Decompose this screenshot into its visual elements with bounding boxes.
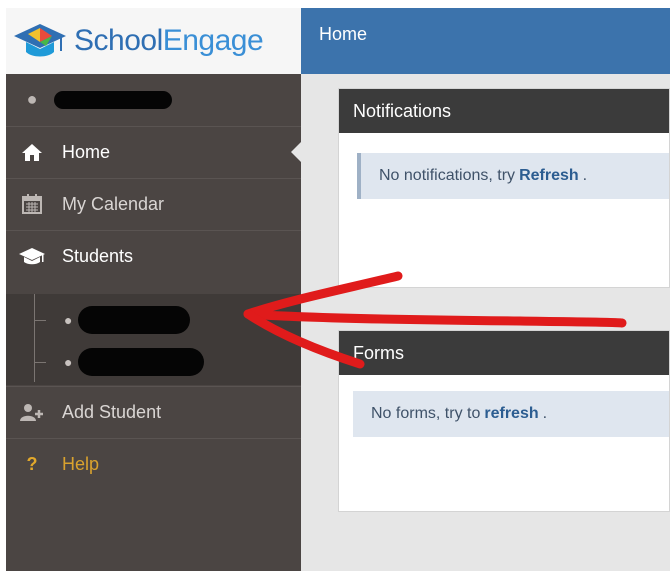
user-icon: ● <box>64 312 73 328</box>
redacted-student-name <box>78 348 205 376</box>
sidebar-item-students[interactable]: Students <box>6 230 301 281</box>
home-icon <box>18 141 46 163</box>
student-item[interactable]: ● <box>34 300 294 340</box>
logo-icon <box>14 24 66 57</box>
user-icon: ● <box>26 89 38 109</box>
sidebar: ● Home My Calendar Students ● ● Add Stud… <box>6 74 302 571</box>
sidebar-item-label: Add Student <box>62 401 162 422</box>
sidebar-item-label: Students <box>62 245 134 266</box>
brand-name-part2: Engage <box>162 24 264 57</box>
notifications-panel: Notifications No notifications, try Refr… <box>338 88 670 288</box>
redacted-username <box>54 90 172 109</box>
add-user-icon <box>18 401 46 423</box>
forms-title: Forms <box>339 331 669 375</box>
forms-text: No forms, try to <box>371 405 481 422</box>
brand-name: SchoolEngage <box>74 24 264 58</box>
forms-period: . <box>542 405 548 422</box>
sidebar-item-label: Help <box>62 453 100 474</box>
graduation-cap-icon <box>18 245 46 267</box>
top-bar: Home <box>301 8 670 74</box>
notifications-text: No notifications, try <box>379 167 516 184</box>
redacted-student-name <box>78 306 191 334</box>
sidebar-user[interactable]: ● <box>6 74 301 125</box>
sidebar-item-label: Home <box>62 141 111 162</box>
sidebar-item-help[interactable]: ? Help <box>6 438 301 489</box>
refresh-link[interactable]: Refresh <box>519 167 579 185</box>
active-caret <box>291 141 302 163</box>
calendar-icon <box>18 193 46 215</box>
student-item[interactable]: ● <box>34 342 294 382</box>
forms-message: No forms, try to refresh . <box>353 391 669 437</box>
sidebar-item-label: My Calendar <box>62 193 165 214</box>
notifications-message: No notifications, try Refresh . <box>357 153 669 199</box>
notifications-title: Notifications <box>339 89 669 133</box>
notifications-period: . <box>582 167 588 184</box>
refresh-link[interactable]: refresh <box>484 405 538 423</box>
brand-name-part1: School <box>74 24 163 57</box>
forms-panel: Forms No forms, try to refresh . <box>338 330 670 512</box>
user-icon: ● <box>64 354 73 370</box>
tree-dash <box>34 361 46 363</box>
sidebar-item-my-calendar[interactable]: My Calendar <box>6 178 301 229</box>
app-window: SchoolEngage Home ● Home My Calendar Stu… <box>6 8 670 571</box>
sidebar-item-home[interactable]: Home <box>6 126 302 177</box>
logo-bar: SchoolEngage <box>6 8 301 74</box>
sidebar-item-add-student[interactable]: Add Student <box>6 386 301 437</box>
question-icon: ? <box>26 453 38 474</box>
tree-dash <box>34 319 46 321</box>
page-title: Home <box>319 24 368 44</box>
students-submenu: ● ● <box>6 294 301 385</box>
